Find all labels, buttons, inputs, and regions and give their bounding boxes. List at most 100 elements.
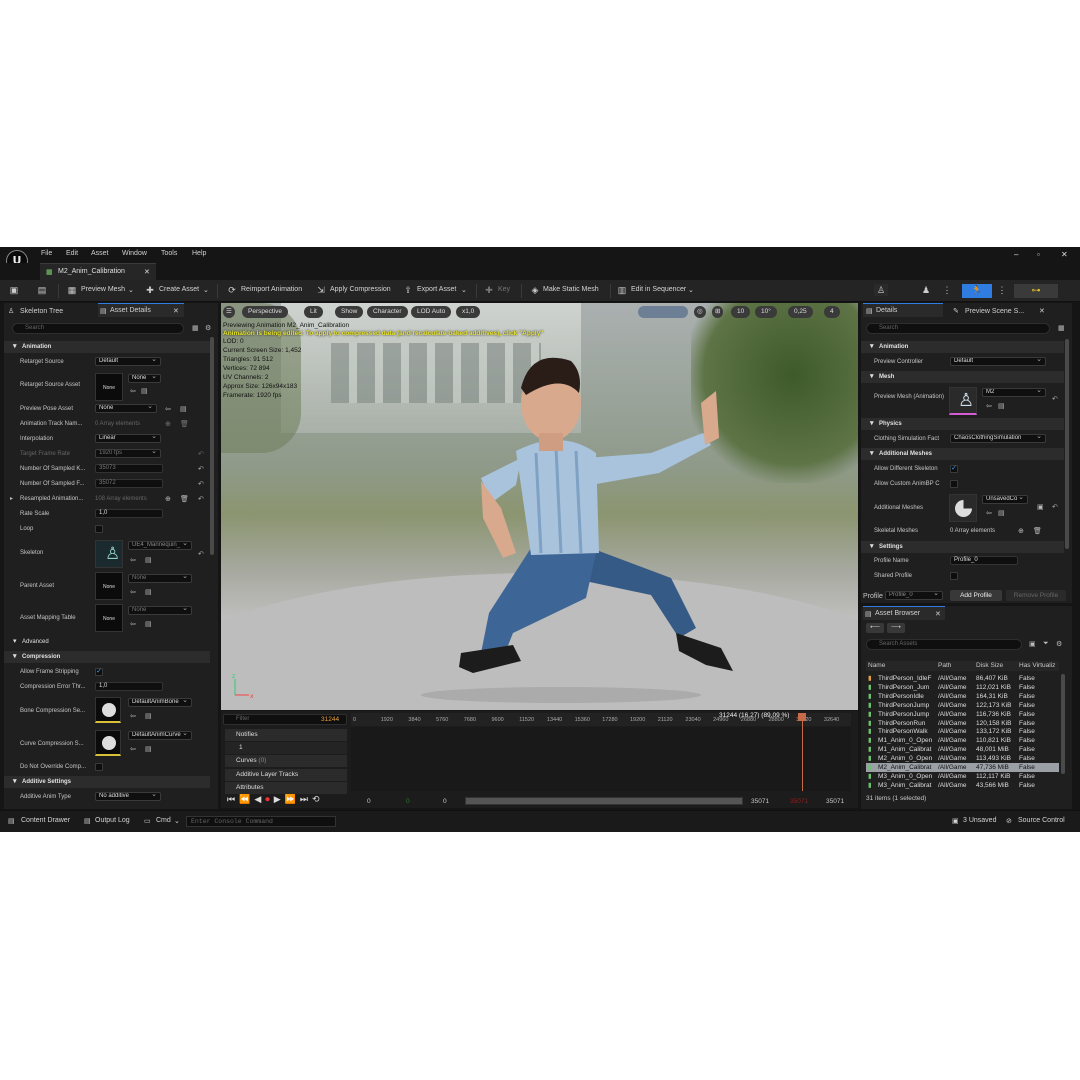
- mapping-table-thumbnail[interactable]: None: [95, 604, 123, 632]
- use-selected-icon[interactable]: ⇦: [165, 405, 171, 413]
- reset-icon[interactable]: ↶: [1052, 503, 1058, 511]
- blueprint-mode-icon[interactable]: ⊶: [1014, 284, 1058, 298]
- asset-row[interactable]: ▮ M3_Anim_0_Open/All/Game 112,117 KiB False: [866, 772, 1059, 781]
- expand-arrow-icon[interactable]: ▸: [10, 495, 13, 502]
- trash-icon[interactable]: 🗑: [1033, 527, 1042, 535]
- use-selected-icon[interactable]: ⇦: [130, 387, 136, 395]
- track-notifies[interactable]: Notifies: [225, 729, 347, 741]
- tab-preview-scene[interactable]: ✎ Preview Scene S... ✕: [953, 305, 1063, 319]
- additive-type-dropdown[interactable]: No additive: [95, 792, 161, 801]
- preview-controller-dropdown[interactable]: Default: [950, 357, 1046, 366]
- asset-row[interactable]: ▮ ThirdPersonWalk/All/Game 133,172 KiB Fals…: [866, 727, 1059, 736]
- minimize-button[interactable]: –: [1014, 250, 1018, 259]
- reset-icon[interactable]: ↶: [198, 450, 204, 458]
- mesh-mode-icon[interactable]: ♟: [919, 284, 933, 296]
- use-selected-icon[interactable]: ⇦: [130, 588, 136, 596]
- reset-icon[interactable]: ↶: [198, 465, 204, 473]
- preview-mesh-dropdown[interactable]: M2: [982, 388, 1046, 397]
- source-control-button[interactable]: Source Control: [1018, 817, 1065, 824]
- section-advanced[interactable]: Advanced: [4, 636, 210, 648]
- asset-search-input[interactable]: Search Assets: [866, 639, 1022, 650]
- play-start[interactable]: 0: [406, 798, 410, 805]
- column-name[interactable]: Name: [868, 662, 885, 669]
- trash-icon[interactable]: 🗑: [180, 420, 189, 428]
- key-button[interactable]: Key: [498, 286, 510, 293]
- play-end[interactable]: 35071: [790, 798, 808, 805]
- more-options-icon[interactable]: ⋮: [941, 284, 953, 296]
- output-log-button[interactable]: Output Log: [95, 817, 130, 824]
- scale-snap-value[interactable]: 0,25: [788, 306, 813, 318]
- browse-asset-icon[interactable]: ▤: [141, 387, 148, 395]
- menu-tools[interactable]: Tools: [161, 250, 177, 257]
- unsaved-button[interactable]: 3 Unsaved: [963, 817, 996, 824]
- menu-window[interactable]: Window: [122, 250, 147, 257]
- track-attributes[interactable]: Attributes: [225, 782, 347, 794]
- use-selected-icon[interactable]: ⇦: [130, 556, 136, 564]
- track-curves[interactable]: Curves (0): [225, 755, 347, 767]
- asset-row[interactable]: ▮ ThirdPerson_Jum/All/Game 112,021 KiB Fals…: [866, 683, 1059, 692]
- close-tab-icon[interactable]: ✕: [1039, 307, 1045, 315]
- add-element-icon[interactable]: ⊕: [1018, 527, 1024, 535]
- retarget-asset-dropdown[interactable]: None: [128, 374, 161, 383]
- use-selected-icon[interactable]: ⇦: [130, 620, 136, 628]
- asset-row[interactable]: ▮ M2_Anim_0_Open/All/Game 113,493 KiB False: [866, 754, 1059, 763]
- view-options-icon[interactable]: ▦: [1058, 324, 1065, 332]
- allow-different-skeleton-checkbox[interactable]: ✓: [950, 465, 958, 473]
- asset-row[interactable]: ▮ M3_Anim_Calibrat/All/Game 43,566 MiB Fals…: [866, 781, 1059, 790]
- left-search-input[interactable]: Search: [12, 323, 184, 334]
- browse-asset-icon[interactable]: ▤: [145, 712, 152, 720]
- browse-asset-icon[interactable]: ▤: [145, 556, 152, 564]
- maximize-button[interactable]: ▫: [1037, 250, 1040, 259]
- skeleton-mode-icon[interactable]: ♙: [874, 284, 888, 296]
- cmd-dropdown[interactable]: Cmd: [156, 817, 171, 824]
- reset-icon[interactable]: ↶: [198, 480, 204, 488]
- tab-asset-browser[interactable]: ▤ Asset Browser ✕: [863, 606, 945, 620]
- browse-asset-icon[interactable]: ▤: [145, 745, 152, 753]
- column-path[interactable]: Path: [938, 662, 951, 669]
- section-physics[interactable]: Physics: [861, 418, 1064, 430]
- perspective-button[interactable]: Perspective: [242, 306, 288, 318]
- skip-end-icon[interactable]: ⏭: [300, 794, 312, 804]
- browse-asset-icon[interactable]: ▤: [180, 405, 187, 413]
- compression-error-field[interactable]: 1,0: [95, 682, 163, 691]
- asset-row[interactable]: ▮ ThirdPersonIdle/All/Game 164,31 KiB False: [866, 692, 1059, 701]
- curve-compression-dropdown[interactable]: DefaultAnimCurve: [128, 731, 192, 740]
- menu-help[interactable]: Help: [192, 250, 206, 257]
- parent-asset-thumbnail[interactable]: None: [95, 572, 123, 600]
- use-selected-icon[interactable]: ⇦: [130, 712, 136, 720]
- close-tab-icon[interactable]: ✕: [144, 268, 150, 276]
- loop-checkbox[interactable]: [95, 525, 103, 533]
- trash-icon[interactable]: 🗑: [180, 495, 189, 503]
- tab-skeleton-tree[interactable]: ♙ Skeleton Tree: [8, 305, 96, 319]
- character-button[interactable]: Character: [367, 306, 408, 318]
- section-additional-meshes[interactable]: Additional Meshes: [861, 448, 1064, 460]
- browse-asset-icon[interactable]: ▤: [145, 588, 152, 596]
- save-search-icon[interactable]: ▣: [1029, 640, 1036, 648]
- preview-viewport[interactable]: ☰ Perspective Lit Show Character LOD Aut…: [221, 303, 858, 710]
- close-tab-icon[interactable]: ✕: [935, 610, 941, 618]
- reset-icon[interactable]: ↶: [198, 495, 204, 503]
- section-animation[interactable]: Animation: [4, 341, 210, 353]
- view-end[interactable]: 35071: [751, 798, 769, 805]
- track-additive-layers[interactable]: Additive Layer Tracks: [225, 769, 347, 781]
- allow-frame-stripping-checkbox[interactable]: ✓: [95, 668, 103, 676]
- additional-meshes-thumbnail[interactable]: [949, 494, 977, 522]
- profile-name-field[interactable]: Profile_0: [950, 556, 1018, 565]
- preview-mesh-thumbnail[interactable]: ♙: [949, 387, 977, 415]
- view-options-icon[interactable]: ▦: [192, 324, 199, 332]
- asset-row[interactable]: ▮ ThirdPersonJump/All/Game 116,736 KiB Fals…: [866, 710, 1059, 719]
- grid-snap-value[interactable]: 10: [731, 306, 751, 318]
- details-scrollbar[interactable]: [1065, 339, 1069, 549]
- curve-compression-thumbnail[interactable]: [95, 730, 121, 756]
- parent-asset-dropdown[interactable]: None: [128, 574, 192, 583]
- timeline-scrollbar[interactable]: [465, 797, 743, 805]
- step-back-icon[interactable]: ⏪: [239, 794, 254, 804]
- settings-gear-icon[interactable]: ⚙: [1056, 640, 1062, 648]
- browse-asset-icon[interactable]: ▤: [145, 620, 152, 628]
- add-element-icon[interactable]: ⊕: [165, 495, 171, 503]
- lod-button[interactable]: LOD Auto: [411, 306, 452, 318]
- show-button[interactable]: Show: [335, 306, 364, 318]
- section-settings[interactable]: Settings: [861, 541, 1064, 553]
- skip-start-icon[interactable]: ⏮: [227, 794, 239, 804]
- edit-in-sequencer-button[interactable]: Edit in Sequencer: [631, 286, 686, 293]
